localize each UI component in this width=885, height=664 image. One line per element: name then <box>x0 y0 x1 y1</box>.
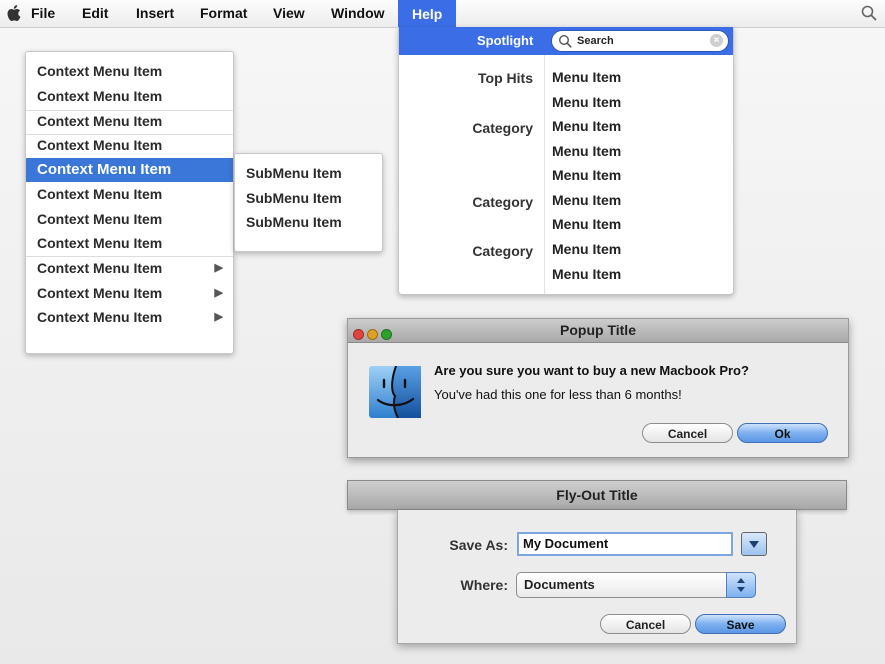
spotlight-category: Top Hits <box>478 70 533 86</box>
context-menu-item[interactable]: Context Menu Item <box>26 182 233 206</box>
spotlight-result[interactable]: Menu Item <box>552 216 621 232</box>
flyout-title: Fly-Out Title <box>556 487 638 503</box>
context-menu-item-label: Context Menu Item <box>37 260 163 276</box>
disclosure-button[interactable] <box>741 532 767 556</box>
submenu-arrow-icon: ▶ <box>214 262 223 274</box>
context-menu: Context Menu Item Context Menu Item Cont… <box>25 51 234 354</box>
menu-window[interactable]: Window <box>331 0 385 27</box>
popup-message: Are you sure you want to buy a new Macbo… <box>434 363 749 378</box>
triangle-down-icon <box>749 541 759 548</box>
cancel-button[interactable]: Cancel <box>642 423 733 443</box>
spotlight-result[interactable]: Menu Item <box>552 192 621 208</box>
window-controls <box>353 324 395 347</box>
minimize-button[interactable] <box>367 329 378 340</box>
popup-dialog: Popup Title Are you sure you want to buy… <box>347 318 849 458</box>
spotlight-result[interactable]: Menu Item <box>552 69 621 85</box>
popup-titlebar[interactable]: Popup Title <box>348 319 848 343</box>
spotlight-panel: Spotlight Search × Top Hits Category Cat… <box>398 27 734 295</box>
context-menu-item-with-submenu[interactable]: Context Menu Item ▶ <box>26 281 233 305</box>
context-menu-item[interactable]: Context Menu Item <box>26 109 233 133</box>
select-stepper[interactable] <box>726 572 756 598</box>
spotlight-label: Spotlight <box>477 33 534 48</box>
spotlight-header: Spotlight Search × <box>399 27 733 55</box>
spotlight-search-field[interactable]: Search × <box>551 30 729 52</box>
close-button[interactable] <box>353 329 364 340</box>
context-menu-item[interactable]: Context Menu Item <box>26 59 233 83</box>
cancel-button[interactable]: Cancel <box>600 614 691 634</box>
context-menu-item-with-submenu[interactable]: Context Menu Item ▶ <box>26 256 233 280</box>
spotlight-category: Category <box>472 120 533 136</box>
spotlight-result[interactable]: Menu Item <box>552 167 621 183</box>
popup-title: Popup Title <box>560 322 636 338</box>
flyout-titlebar: Fly-Out Title <box>347 480 847 510</box>
flyout-sheet: Save As: My Document Where: Documents Ca… <box>397 510 797 644</box>
search-icon <box>558 34 572 48</box>
menu-file[interactable]: File <box>31 0 55 27</box>
context-menu-item[interactable]: Context Menu Item <box>26 231 233 255</box>
submenu-arrow-icon: ▶ <box>214 311 223 323</box>
spotlight-divider <box>544 55 545 294</box>
context-menu-item-label: Context Menu Item <box>37 309 163 325</box>
spotlight-icon[interactable] <box>861 5 877 21</box>
clear-search-icon[interactable]: × <box>710 34 723 47</box>
spotlight-result[interactable]: Menu Item <box>552 94 621 110</box>
finder-icon <box>369 366 421 418</box>
spotlight-result[interactable]: Menu Item <box>552 266 621 282</box>
search-input[interactable]: Search <box>577 31 614 51</box>
zoom-button[interactable] <box>381 329 392 340</box>
context-menu-item[interactable]: Context Menu Item <box>26 84 233 108</box>
menu-help[interactable]: Help <box>398 0 457 30</box>
submenu: SubMenu Item SubMenu Item SubMenu Item <box>234 153 383 252</box>
save-as-label: Save As: <box>449 537 508 553</box>
location-value: Documents <box>524 577 595 592</box>
location-select[interactable]: Documents <box>516 572 756 598</box>
context-menu-item-selected[interactable]: Context Menu Item <box>26 158 233 182</box>
menu-edit[interactable]: Edit <box>82 0 108 27</box>
spotlight-category: Category <box>472 243 533 259</box>
spotlight-result[interactable]: Menu Item <box>552 143 621 159</box>
submenu-item[interactable]: SubMenu Item <box>235 210 382 234</box>
save-button[interactable]: Save <box>695 614 786 634</box>
menu-format[interactable]: Format <box>200 0 247 27</box>
context-menu-item-with-submenu[interactable]: Context Menu Item ▶ <box>26 305 233 329</box>
spotlight-result[interactable]: Menu Item <box>552 118 621 134</box>
menu-insert[interactable]: Insert <box>136 0 174 27</box>
filename-field[interactable]: My Document <box>517 532 733 556</box>
apple-icon[interactable] <box>7 4 23 22</box>
spotlight-category: Category <box>472 194 533 210</box>
menu-view[interactable]: View <box>273 0 305 27</box>
submenu-item[interactable]: SubMenu Item <box>235 186 382 210</box>
popup-detail: You've had this one for less than 6 mont… <box>434 387 682 402</box>
up-down-arrows-icon <box>737 578 745 592</box>
menu-bar: File Edit Insert Format View Window Help <box>0 0 885 30</box>
where-label: Where: <box>460 577 508 593</box>
submenu-arrow-icon: ▶ <box>214 287 223 299</box>
ok-button[interactable]: Ok <box>737 423 828 443</box>
context-menu-item[interactable]: Context Menu Item <box>26 207 233 231</box>
context-menu-item-label: Context Menu Item <box>37 285 163 301</box>
spotlight-result[interactable]: Menu Item <box>552 241 621 257</box>
submenu-item[interactable]: SubMenu Item <box>235 161 382 185</box>
context-menu-item[interactable]: Context Menu Item <box>26 133 233 157</box>
